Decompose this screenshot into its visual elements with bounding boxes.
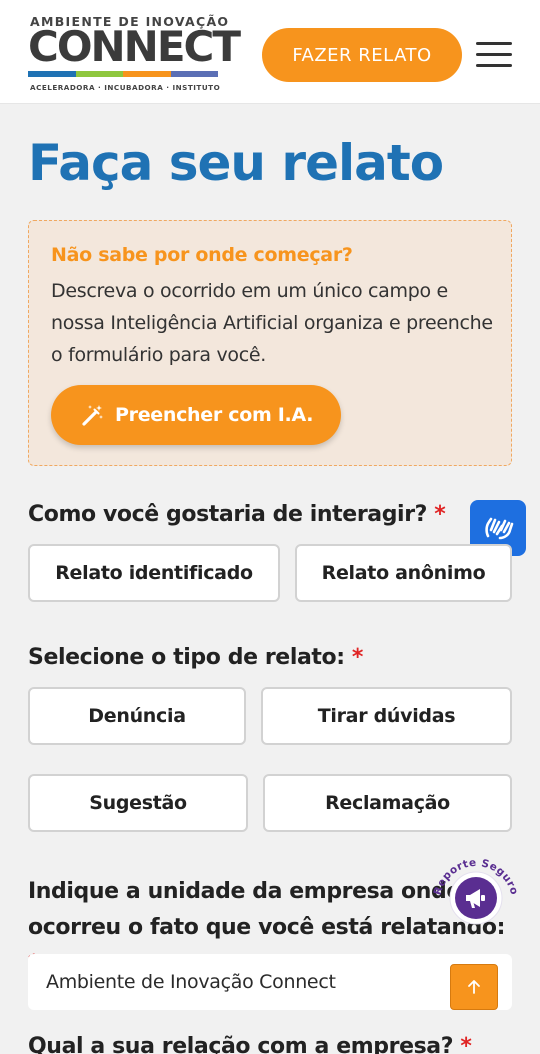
fazer-relato-button[interactable]: FAZER RELATO (262, 28, 462, 82)
magic-wand-icon (81, 403, 105, 427)
relation-question: Qual a sua relação com a empresa? * (28, 1034, 472, 1054)
logo-color-bar (28, 71, 218, 77)
site-header: AMBIENTE DE INOVAÇÃO CONNECT ACELERADORA… (0, 0, 540, 104)
interaction-question: Como você gostaria de interagir? * (28, 502, 446, 527)
relation-question-text: Qual a sua relação com a empresa? (28, 1034, 454, 1054)
logo-wordmark: CONNECT (28, 22, 241, 71)
arrow-up-icon[interactable] (450, 964, 498, 1010)
option-relato-identificado[interactable]: Relato identificado (28, 544, 280, 602)
hamburger-menu-icon[interactable] (476, 40, 512, 68)
reporte-seguro-widget[interactable]: Reporte Seguro (430, 850, 522, 934)
megaphone-icon (462, 884, 490, 912)
option-sugestao[interactable]: Sugestão (28, 774, 248, 832)
required-mark: * (351, 645, 364, 670)
required-mark: * (460, 1034, 472, 1054)
ai-help-heading: Não sabe por onde começar? (51, 244, 353, 266)
report-type-question-text: Selecione o tipo de relato: (28, 645, 345, 670)
ai-help-box: Não sabe por onde começar? Descreva o oc… (28, 220, 512, 466)
fill-with-ai-button[interactable]: Preencher com I.A. (51, 385, 341, 445)
connect-logo[interactable]: AMBIENTE DE INOVAÇÃO CONNECT ACELERADORA… (28, 12, 241, 96)
report-type-question: Selecione o tipo de relato: * (28, 645, 363, 670)
required-mark: * (434, 502, 446, 527)
option-relato-anonimo[interactable]: Relato anônimo (295, 544, 512, 602)
logo-tagline-bottom: ACELERADORA · INCUBADORA · INSTITUTO (30, 83, 221, 92)
unit-select-value: Ambiente de Inovação Connect (46, 971, 336, 993)
fill-with-ai-label: Preencher com I.A. (115, 404, 314, 426)
option-reclamacao[interactable]: Reclamação (263, 774, 512, 832)
interaction-question-text: Como você gostaria de interagir? (28, 502, 428, 527)
page-title: Faça seu relato (28, 134, 444, 192)
option-tirar-duvidas[interactable]: Tirar dúvidas (261, 687, 512, 745)
ai-help-text: Descreva o ocorrido em um único campo e … (51, 280, 493, 366)
option-denuncia[interactable]: Denúncia (28, 687, 246, 745)
unit-select[interactable]: Ambiente de Inovação Connect (28, 954, 512, 1010)
